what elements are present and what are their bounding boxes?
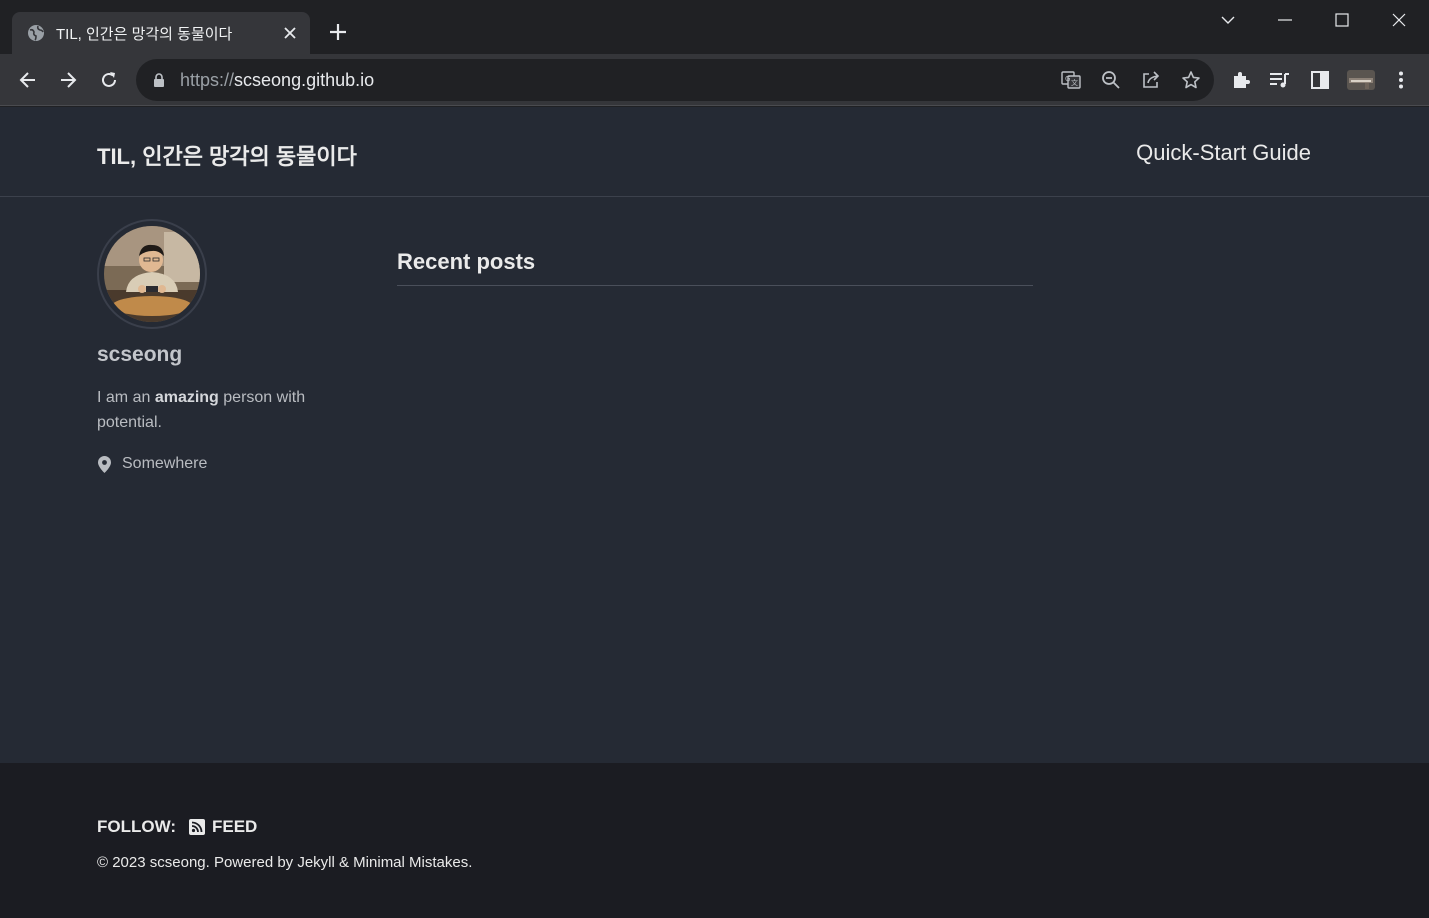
- browser-toolbar: https://scseong.github.io G文: [0, 54, 1429, 106]
- copyright: © 2023 scseong. Powered by Jekyll & Mini…: [97, 854, 473, 871]
- minimize-icon[interactable]: [1257, 0, 1313, 40]
- translate-icon[interactable]: G文: [1059, 68, 1083, 92]
- web-page: TIL, 인간은 망각의 동물이다 Quick-Start Guide scse…: [0, 107, 1429, 918]
- page-footer: FOLLOW: FEED © 2023 scseong. Powered by …: [0, 763, 1429, 918]
- author-sidebar: scseong I am an amazing person with pote…: [97, 219, 337, 473]
- star-icon[interactable]: [1179, 68, 1203, 92]
- author-bio: I am an amazing person with potential.: [97, 389, 306, 431]
- browser-tab-strip: TIL, 인간은 망각의 동물이다: [0, 0, 1429, 54]
- extensions-icon[interactable]: [1229, 68, 1253, 92]
- browser-tab[interactable]: TIL, 인간은 망각의 동물이다: [12, 12, 310, 54]
- zoom-out-icon[interactable]: [1099, 68, 1123, 92]
- url-text[interactable]: https://scseong.github.io: [180, 70, 374, 91]
- forward-icon[interactable]: [54, 66, 82, 94]
- new-tab-icon[interactable]: [326, 20, 350, 44]
- tab-title: TIL, 인간은 망각의 동물이다: [56, 25, 233, 43]
- share-icon[interactable]: [1139, 68, 1163, 92]
- close-icon[interactable]: [1371, 0, 1427, 40]
- reload-icon[interactable]: [95, 66, 123, 94]
- masthead: TIL, 인간은 망각의 동물이다 Quick-Start Guide: [0, 107, 1429, 197]
- rss-icon: [189, 819, 205, 835]
- globe-icon: [27, 24, 45, 42]
- menu-icon[interactable]: [1389, 68, 1413, 92]
- author-location: Somewhere: [97, 455, 337, 473]
- media-icon[interactable]: [1268, 68, 1292, 92]
- address-bar[interactable]: https://scseong.github.io G文: [136, 59, 1214, 101]
- nav-link-quick-start[interactable]: Quick-Start Guide: [1136, 140, 1311, 166]
- svg-text:G: G: [1065, 75, 1070, 83]
- svg-text:文: 文: [1071, 78, 1078, 87]
- feed-label: FEED: [212, 817, 258, 836]
- recent-posts-heading: Recent posts: [397, 249, 1033, 286]
- follow-section: FOLLOW: FEED: [97, 817, 257, 837]
- chevron-down-icon[interactable]: [1200, 0, 1256, 40]
- map-pin-icon: [97, 455, 111, 473]
- author-name: scseong: [97, 343, 183, 366]
- back-icon[interactable]: [14, 66, 42, 94]
- main-content: Recent posts: [397, 249, 1033, 286]
- site-title[interactable]: TIL, 인간은 망각의 동물이다: [97, 139, 357, 171]
- lock-icon[interactable]: [152, 72, 166, 88]
- tab-close-icon[interactable]: [280, 23, 300, 43]
- follow-label: FOLLOW:: [97, 817, 176, 836]
- location-text: Somewhere: [122, 455, 208, 472]
- maximize-icon[interactable]: [1314, 0, 1370, 40]
- side-panel-icon[interactable]: [1308, 68, 1332, 92]
- profile-avatar[interactable]: [1347, 68, 1375, 92]
- author-avatar: [97, 219, 207, 329]
- feed-link[interactable]: FEED: [189, 817, 257, 837]
